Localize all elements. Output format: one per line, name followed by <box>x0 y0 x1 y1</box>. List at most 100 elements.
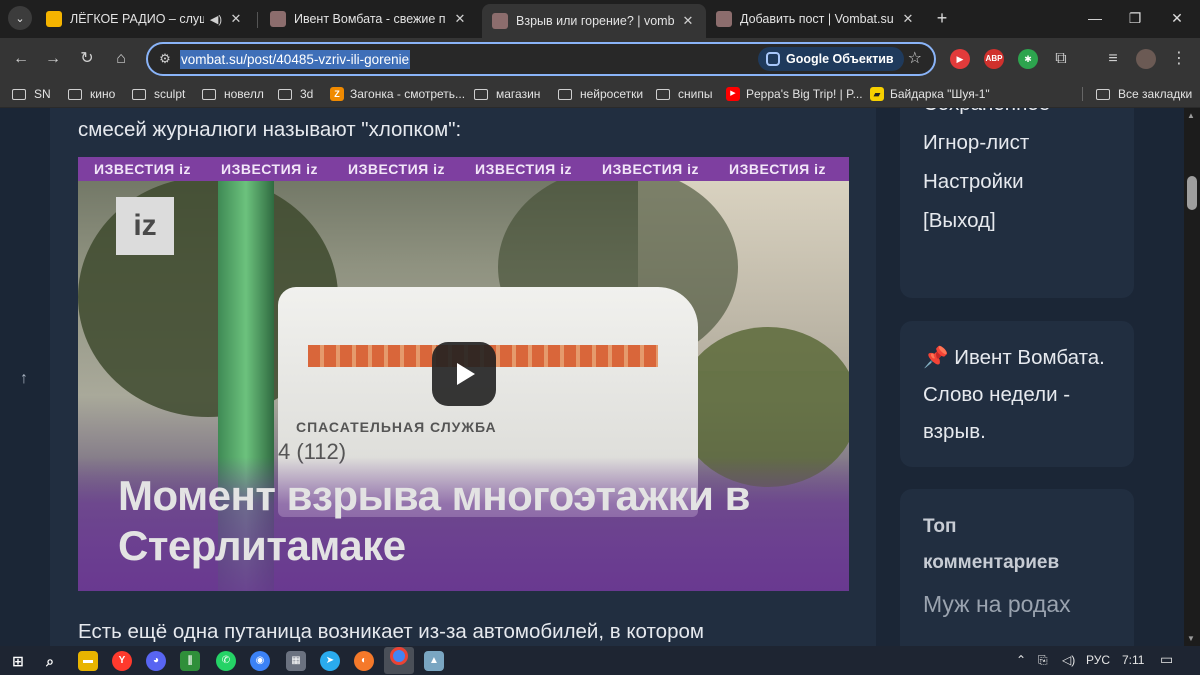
bookmark-folder-sculpt[interactable]: sculpt <box>132 85 185 103</box>
lens-label: Google Объектив <box>786 52 894 66</box>
calculator-icon[interactable]: ▦ <box>286 651 306 671</box>
bookmark-folder-neuro[interactable]: нейросетки <box>558 85 643 103</box>
scrollbar-thumb[interactable] <box>1187 176 1197 210</box>
scroll-to-top-arrow-icon[interactable]: ↑ <box>20 370 28 388</box>
browser-toolbar: ← → ↻ ⌂ ⚙ vombat.su/post/40485-vzriv-ili… <box>0 38 1200 80</box>
close-tab-icon[interactable]: ✕ <box>452 11 468 27</box>
audio-playing-icon[interactable]: ◀) <box>210 13 222 26</box>
discord-icon[interactable]: ◕ <box>146 651 166 671</box>
windows-start-icon[interactable]: ⊞ <box>8 651 28 671</box>
tab-title: ЛЁГКОЕ РАДИО – слушать <box>70 12 204 26</box>
windows-taskbar: ⊞ ⌕ ▬ Y ◕ ∥ ✆ ◉ ▦ ➤ ◐ ▲ ⌃ ⎘ ◁) РУС 7:11 … <box>0 646 1200 675</box>
banner-text: ИЗВЕСТИЯ iz <box>729 161 826 177</box>
home-icon[interactable]: ⌂ <box>108 46 134 72</box>
page-viewport: ↑ смесей журналюги называют "хлопком": С… <box>0 108 1184 646</box>
language-indicator[interactable]: РУС <box>1086 653 1110 667</box>
bookmark-folder-magazin[interactable]: магазин <box>474 85 540 103</box>
blender-icon[interactable]: ◐ <box>354 651 374 671</box>
embedded-video-player[interactable]: СПАСАТЕЛЬНАЯ СЛУЖБА 4 (112) ИЗВЕСТИЯ iz … <box>78 157 849 591</box>
tray-chevron-icon[interactable]: ⌃ <box>1016 653 1026 667</box>
page-scrollbar[interactable]: ▲ ▼ <box>1184 108 1200 646</box>
search-icon[interactable]: ⌕ <box>40 651 60 671</box>
banner-text: ИЗВЕСТИЯ iz <box>348 161 445 177</box>
google-lens-button[interactable]: Google Объектив <box>758 47 904 71</box>
banner-text: ИЗВЕСТИЯ iz <box>602 161 699 177</box>
bookmark-folder-snipy[interactable]: снипы <box>656 85 712 103</box>
media-control-icon[interactable]: ≡ <box>1100 46 1126 72</box>
play-button[interactable] <box>432 342 496 406</box>
bookmark-zagonka[interactable]: Z Загонка - смотреть... <box>330 85 465 103</box>
reload-icon[interactable]: ↻ <box>74 46 100 72</box>
bookmark-folder-novell[interactable]: новелл <box>202 85 264 103</box>
address-bar[interactable]: ⚙ vombat.su/post/40485-vzriv-ili-gorenie… <box>146 42 936 76</box>
restore-icon[interactable]: ❐ <box>1120 8 1150 28</box>
network-icon[interactable]: ⎘ <box>1038 653 1048 668</box>
color-extension-icon[interactable]: ✱ <box>1018 49 1038 69</box>
close-tab-icon[interactable]: ✕ <box>228 11 244 27</box>
menu-ignore-list-link[interactable]: Игнор-лист <box>900 123 1134 162</box>
top-comment-link[interactable]: Муж на родах <box>900 591 1134 618</box>
bookmark-label: снипы <box>678 87 713 101</box>
tab-current-post[interactable]: Взрыв или горение? | vombat.su ✕ <box>482 4 706 38</box>
volume-icon[interactable]: ◁) <box>1062 653 1075 667</box>
menu-settings-link[interactable]: Настройки <box>900 162 1134 201</box>
bookmark-folder-kino[interactable]: кино <box>68 85 115 103</box>
folder-icon <box>1096 88 1110 100</box>
folder-icon <box>656 88 670 100</box>
menu-kebab-icon[interactable]: ⋮ <box>1166 46 1192 72</box>
extensions-puzzle-icon[interactable]: ⧉ <box>1048 46 1074 72</box>
all-bookmarks-button[interactable]: Все закладки <box>1096 85 1192 103</box>
lens-icon <box>766 52 780 66</box>
menu-saved-link[interactable]: Сохранённое <box>900 108 1134 123</box>
top-comments-card: Топ комментариев Муж на родах <box>900 489 1134 646</box>
tab-title: Добавить пост | Vombat.su <box>740 12 894 26</box>
back-arrow-icon[interactable]: ← <box>8 46 34 72</box>
tab-radio[interactable]: ЛЁГКОЕ РАДИО – слушать ◀) ✕ <box>36 4 254 34</box>
chrome-taskbar-button[interactable] <box>384 647 414 674</box>
clock[interactable]: 7:11 <box>1122 653 1144 667</box>
scroll-up-arrow-icon[interactable]: ▲ <box>1187 111 1195 120</box>
bookmark-folder-3d[interactable]: 3d <box>278 85 313 103</box>
bookmark-label: Все закладки <box>1118 87 1193 101</box>
close-tab-icon[interactable]: ✕ <box>680 13 696 29</box>
tab-search-chevron-icon[interactable]: ⌄ <box>8 6 32 30</box>
close-tab-icon[interactable]: ✕ <box>900 11 916 27</box>
tab-vombat-event[interactable]: Ивент Вомбата - свежие посты ✕ <box>260 4 478 34</box>
profile-avatar[interactable] <box>1136 49 1156 69</box>
yandex-browser-icon[interactable]: Y <box>112 651 132 671</box>
app-blue-icon[interactable]: ◉ <box>250 651 270 671</box>
menu-logout-link[interactable]: [Выход] <box>900 201 1134 240</box>
telegram-icon[interactable]: ➤ <box>320 651 340 671</box>
notifications-icon[interactable]: ▭ <box>1160 651 1173 668</box>
folder-icon <box>132 88 146 100</box>
minimize-icon[interactable]: — <box>1080 8 1110 28</box>
app-landscape-icon[interactable]: ▲ <box>424 651 444 671</box>
bookmark-label: sculpt <box>154 87 186 101</box>
izvestia-banner: ИЗВЕСТИЯ iz ИЗВЕСТИЯ iz ИЗВЕСТИЯ iz ИЗВЕ… <box>78 157 849 181</box>
bookmark-star-icon[interactable]: ☆ <box>908 48 922 68</box>
pinned-post-card[interactable]: 📌 Ивент Вомбата. Слово недели - взрыв. <box>900 321 1134 467</box>
bookmark-peppa[interactable]: ▶ Peppa's Big Trip! | P... <box>726 85 863 103</box>
article-lead-text: смесей журналюги называют "хлопком": <box>78 118 462 141</box>
zagonka-icon: Z <box>330 87 344 101</box>
iz-logo: iz <box>116 197 174 255</box>
site-info-icon[interactable]: ⚙ <box>156 50 174 68</box>
tab-add-post[interactable]: Добавить пост | Vombat.su ✕ <box>706 4 926 34</box>
play-icon <box>457 363 475 385</box>
new-tab-plus-icon[interactable]: + <box>932 8 952 28</box>
banner-text: ИЗВЕСТИЯ iz <box>94 161 191 177</box>
scroll-down-arrow-icon[interactable]: ▼ <box>1187 634 1195 643</box>
close-window-icon[interactable]: ✕ <box>1162 8 1192 28</box>
url-text[interactable]: vombat.su/post/40485-vzriv-ili-gorenie <box>180 50 411 69</box>
app-green-icon[interactable]: ∥ <box>180 651 200 671</box>
bookmark-baidarka[interactable]: ▰ Байдарка "Шуя-1" <box>870 85 990 103</box>
file-explorer-icon[interactable]: ▬ <box>78 651 98 671</box>
whatsapp-icon[interactable]: ✆ <box>216 651 236 671</box>
media-extension-icon[interactable]: ▶ <box>950 49 970 69</box>
video-headline: Момент взрыва многоэтажки в Стерлитамаке <box>118 472 750 569</box>
vombat-favicon-icon <box>716 11 732 27</box>
browser-tab-strip: ⌄ ЛЁГКОЕ РАДИО – слушать ◀) ✕ Ивент Вомб… <box>0 0 1200 38</box>
forward-arrow-icon[interactable]: → <box>40 46 66 72</box>
bookmark-folder-sn[interactable]: SN <box>12 85 51 103</box>
adblock-extension-icon[interactable]: ABP <box>984 49 1004 69</box>
